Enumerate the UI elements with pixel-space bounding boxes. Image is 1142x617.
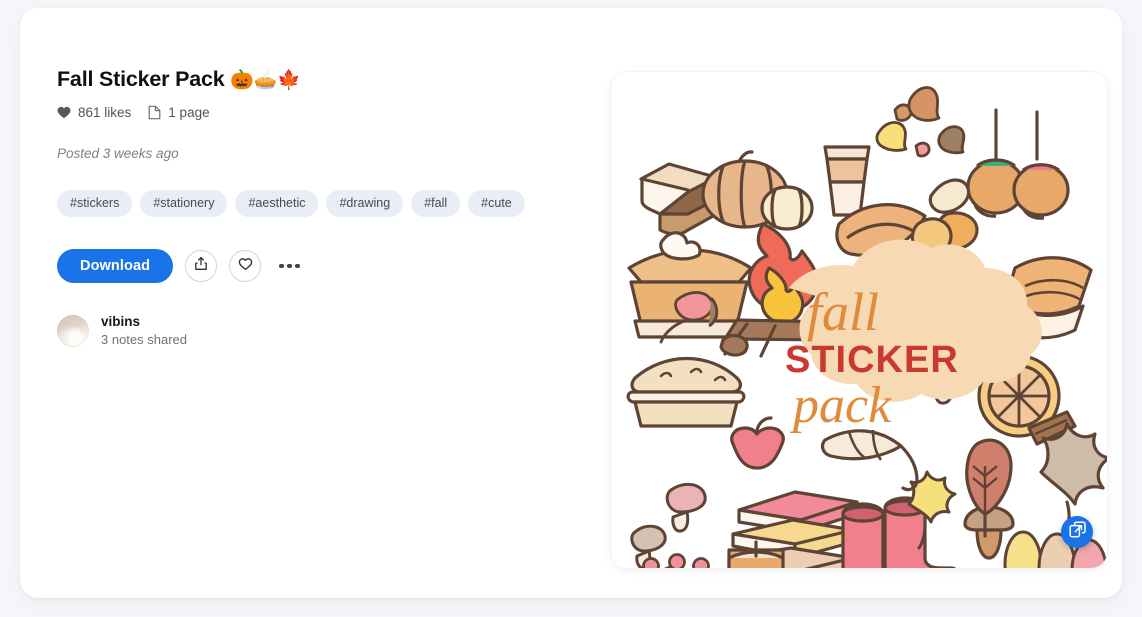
author-notes-count: 3 notes shared xyxy=(101,332,188,347)
artwork-title-pack: pack xyxy=(789,377,892,434)
more-options-button[interactable] xyxy=(275,258,304,275)
small-pie-sticker xyxy=(626,356,746,428)
apple-sticker xyxy=(730,416,785,470)
pumpkin-duo-sticker xyxy=(701,150,814,231)
artwork-title-sticker: STICKER xyxy=(785,339,959,381)
tag-list: #stickers #stationery #aesthetic #drawin… xyxy=(57,190,557,217)
tag-item[interactable]: #stationery xyxy=(140,190,228,217)
artwork-preview-panel[interactable]: fall STICKER pack xyxy=(611,72,1107,568)
avatar xyxy=(57,315,89,347)
tag-item[interactable]: #aesthetic xyxy=(235,190,319,217)
tag-item[interactable]: #stickers xyxy=(57,190,133,217)
tag-item[interactable]: #cute xyxy=(468,190,525,217)
more-options-icon xyxy=(295,263,300,269)
detail-card: Fall Sticker Pack 🎃🥧🍁 861 likes 1 page P… xyxy=(20,8,1122,598)
tag-item[interactable]: #drawing xyxy=(326,190,404,217)
mushroom-sticker xyxy=(665,482,707,533)
sticker-sheet: fall STICKER pack xyxy=(611,72,1107,568)
tag-item[interactable]: #fall xyxy=(411,190,461,217)
pages-stat: 1 page xyxy=(148,105,210,120)
heart-filled-icon xyxy=(57,106,71,119)
author-name: vibins xyxy=(101,314,141,329)
heart-outline-icon xyxy=(238,257,253,276)
favorite-button[interactable] xyxy=(229,250,262,282)
sticker-artwork: fall STICKER pack xyxy=(626,86,1107,568)
caramel-apples-sticker xyxy=(966,108,1070,220)
page-title: Fall Sticker Pack 🎃🥧🍁 xyxy=(57,64,557,95)
download-button[interactable]: Download xyxy=(57,249,174,283)
open-in-new-icon xyxy=(1068,521,1086,543)
actions-row: Download xyxy=(57,249,557,283)
more-options-icon xyxy=(279,263,284,269)
title-emoji: 🎃🥧🍁 xyxy=(230,69,301,91)
stats-row: 861 likes 1 page xyxy=(57,105,557,120)
artwork-title-fall: fall xyxy=(807,282,879,342)
likes-stat: 861 likes xyxy=(57,105,131,120)
share-button[interactable] xyxy=(185,250,218,282)
expand-preview-button[interactable] xyxy=(1061,516,1093,548)
author-block[interactable]: vibins 3 notes shared xyxy=(57,314,557,348)
author-text: vibins 3 notes shared xyxy=(101,314,187,348)
detail-column: Fall Sticker Pack 🎃🥧🍁 861 likes 1 page P… xyxy=(57,64,557,348)
likes-count: 861 likes xyxy=(78,105,132,120)
umbrella-sticker xyxy=(820,429,919,492)
posted-date: Posted 3 weeks ago xyxy=(57,146,179,161)
document-icon xyxy=(148,105,161,120)
pages-count: 1 page xyxy=(168,105,210,120)
pie-slice-sticker xyxy=(627,231,753,339)
coffee-cup-sticker xyxy=(823,145,871,217)
share-icon xyxy=(194,256,208,276)
page-title-text: Fall Sticker Pack xyxy=(57,67,231,91)
falling-leaves-sticker xyxy=(875,86,966,158)
more-options-icon xyxy=(287,263,292,269)
